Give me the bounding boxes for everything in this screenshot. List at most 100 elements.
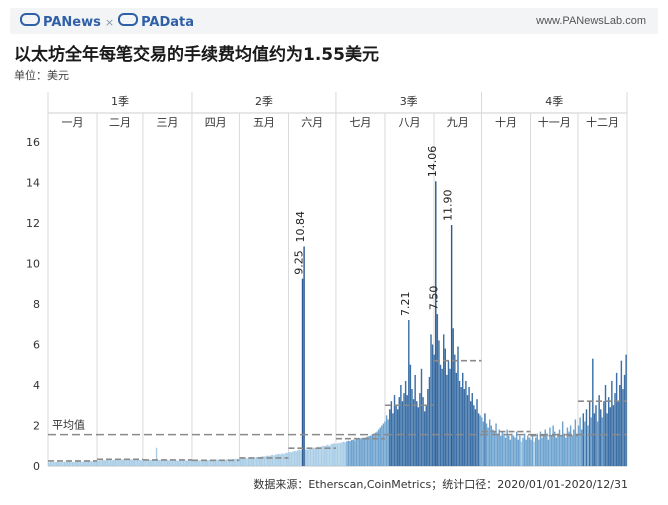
daily-fee-bar <box>549 427 551 466</box>
daily-fee-bar <box>463 389 466 466</box>
daily-fee-bar <box>309 448 312 466</box>
average-label: 平均值 <box>52 419 85 432</box>
daily-fee-bar <box>422 397 424 466</box>
daily-fee-bar <box>181 460 183 466</box>
daily-fee-bar <box>358 439 361 466</box>
daily-fee-bar <box>82 461 85 466</box>
daily-fee-bar <box>496 433 499 466</box>
daily-fee-bar <box>100 460 102 466</box>
daily-fee-bar <box>132 459 134 466</box>
daily-fee-bar <box>550 435 553 467</box>
daily-fee-bar <box>609 407 611 466</box>
data-source-note: 数据来源：Etherscan,CoinMetrics；统计口径：2020/01/… <box>253 478 628 491</box>
y-tick-label: 14 <box>26 177 40 190</box>
daily-fee-bar <box>423 411 426 466</box>
daily-fee-bar <box>54 461 56 466</box>
daily-fee-bar <box>517 439 519 466</box>
daily-fee-bar <box>184 460 186 466</box>
spike-value-label: 7.50 <box>427 286 440 311</box>
daily-fee-bar <box>427 389 429 466</box>
daily-fee-bar <box>263 456 266 466</box>
daily-fee-bar <box>441 368 443 466</box>
daily-fee-bar <box>198 460 201 466</box>
month-label: 十一月 <box>538 115 571 129</box>
y-tick-label: 4 <box>33 379 40 392</box>
daily-fee-bar <box>520 441 523 466</box>
month-label: 四月 <box>205 116 227 129</box>
daily-fee-bar <box>103 460 105 466</box>
daily-fee-bar <box>300 450 302 466</box>
daily-fee-bar <box>179 460 182 466</box>
daily-fee-bar <box>304 449 307 466</box>
daily-fee-bar <box>124 459 126 466</box>
daily-fee-bar <box>465 380 467 466</box>
daily-fee-bar <box>141 460 144 466</box>
y-tick-label: 16 <box>26 136 40 149</box>
daily-fee-bar <box>457 346 459 466</box>
daily-fee-bar <box>284 453 286 466</box>
daily-fee-bar <box>217 459 220 466</box>
month-label: 三月 <box>156 116 178 129</box>
daily-fee-bar <box>341 442 343 466</box>
daily-fee-bar <box>143 460 145 466</box>
daily-fee-bar <box>525 439 527 466</box>
daily-fee-bar <box>74 461 77 466</box>
daily-fee-bar <box>511 433 513 466</box>
daily-fee-bar <box>114 459 117 466</box>
quarter-label: 2季 <box>255 95 273 108</box>
daily-fee-bar <box>374 432 377 466</box>
daily-fee-bar <box>488 419 491 466</box>
daily-fee-bar <box>596 421 599 466</box>
daily-fee-bar <box>297 450 299 466</box>
daily-fee-bar <box>442 334 445 467</box>
daily-fee-bar <box>620 360 623 466</box>
daily-fee-bar <box>125 459 128 466</box>
daily-fee-bar <box>547 439 550 466</box>
daily-fee-bar <box>98 460 101 466</box>
daily-fee-bar <box>576 433 578 466</box>
daily-fee-bar <box>166 459 169 466</box>
daily-fee-bar <box>392 413 394 466</box>
daily-fee-bar <box>519 435 521 467</box>
daily-fee-bar <box>414 374 416 467</box>
daily-fee-bar <box>487 427 489 466</box>
daily-fee-bar <box>522 437 524 466</box>
daily-fee-bar <box>484 413 486 466</box>
daily-fee-bar <box>579 417 581 466</box>
month-label: 二月 <box>109 116 131 129</box>
daily-fee-bar <box>382 423 385 466</box>
daily-fee-bar <box>312 447 315 466</box>
daily-fee-bar <box>362 437 364 466</box>
daily-fee-bar <box>449 368 451 466</box>
daily-fee-bar <box>195 460 197 466</box>
daily-fee-bar <box>617 401 619 466</box>
daily-fee-bar <box>330 444 332 466</box>
daily-fee-bar <box>168 460 170 466</box>
daily-fee-bar <box>381 425 383 466</box>
daily-fee-bar <box>379 427 381 466</box>
daily-fee-bar <box>273 455 275 466</box>
daily-fee-bar <box>503 433 505 466</box>
daily-fee-bar <box>481 417 483 466</box>
daily-fee-bar <box>293 450 296 466</box>
daily-fee-bar <box>317 446 320 466</box>
daily-fee-bar <box>79 461 82 466</box>
daily-fee-bar <box>439 364 442 466</box>
month-label: 六月 <box>301 116 323 129</box>
daily-fee-bar <box>333 443 335 466</box>
daily-fee-bar <box>187 460 190 466</box>
daily-fee-bar <box>48 462 50 466</box>
daily-fee-bar <box>311 448 313 466</box>
daily-fee-bar <box>460 387 462 466</box>
daily-fee-bar <box>192 460 194 466</box>
daily-fee-bar <box>450 225 453 466</box>
daily-fee-bar <box>136 459 139 466</box>
quarter-label: 1季 <box>111 95 129 108</box>
daily-fee-bar <box>163 460 166 466</box>
daily-fee-bar <box>178 460 180 466</box>
daily-fee-bar <box>62 461 64 466</box>
daily-fee-bar <box>404 380 407 466</box>
daily-fee-bar <box>539 431 542 466</box>
daily-fee-bar <box>205 460 207 466</box>
daily-fee-bar <box>241 458 243 466</box>
